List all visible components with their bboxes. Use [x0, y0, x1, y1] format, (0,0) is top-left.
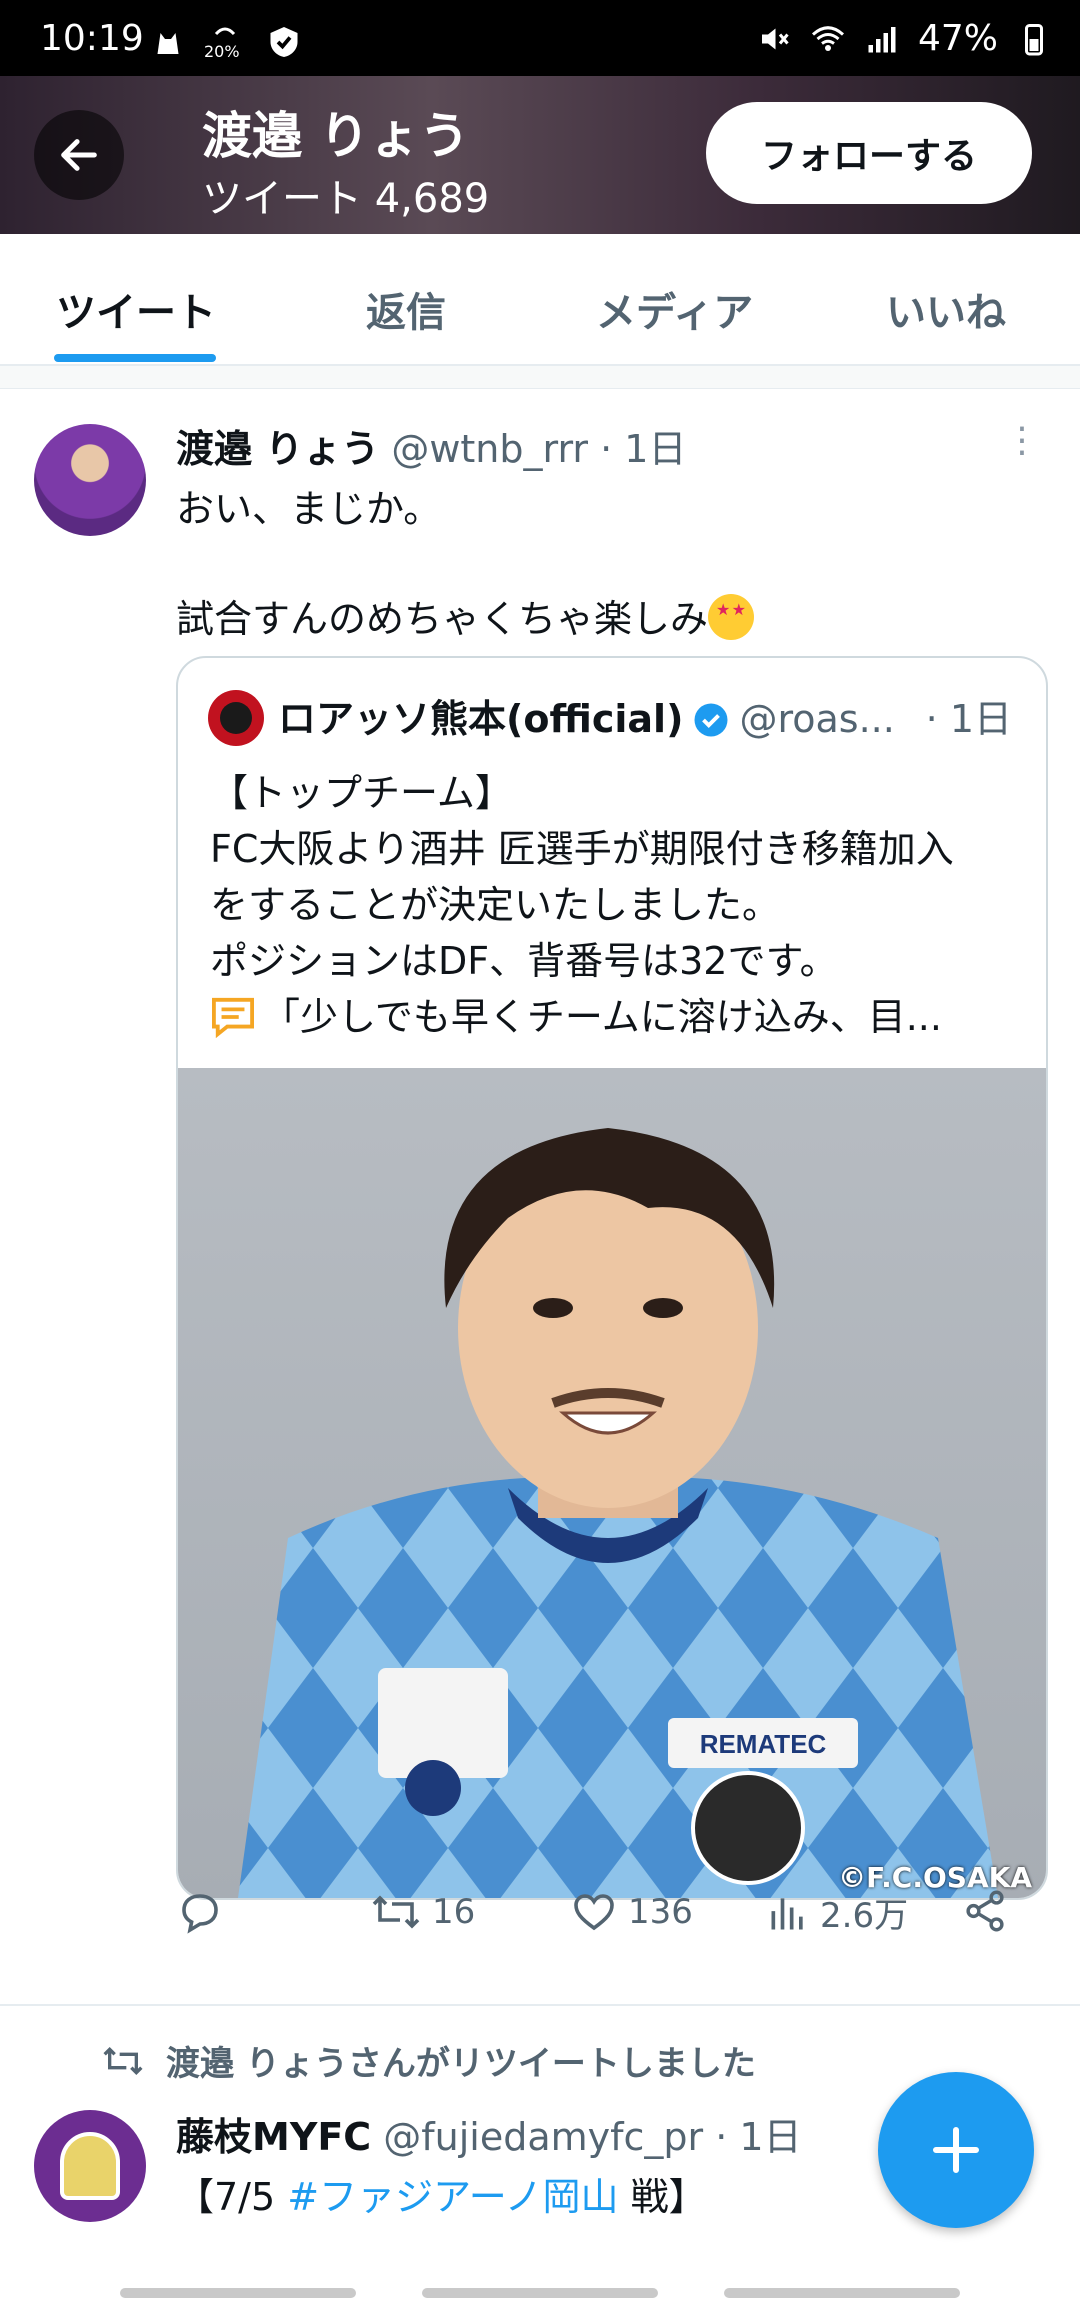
- tweet-header: 藤枝MYFC @fujiedamyfc_pr · 1日: [176, 2106, 802, 2161]
- tweet-card[interactable]: 渡邉 りょう @wtnb_rrr · 1日 · · · おい、まじか。 試合すんのめ…: [0, 388, 1080, 2006]
- system-navigation-bar: [0, 2270, 1080, 2316]
- wifi-icon: [811, 25, 844, 51]
- retweet-count: 16: [432, 1892, 476, 1932]
- player-photo[interactable]: REMATEC ©F.C.OSAKA: [178, 1068, 1046, 1898]
- views-chart-icon: [771, 1897, 803, 1929]
- retweet-notice-text: 渡邉 りょうさんがリツイートしました: [166, 2044, 756, 2084]
- quoted-author-handle[interactable]: @roas...: [739, 697, 894, 741]
- quoted-text-line: をすることが決定いたしました。: [210, 883, 781, 927]
- tab-tweets[interactable]: ツイート: [56, 280, 216, 338]
- status-left-icons: 20%: [150, 22, 302, 62]
- retweet-icon: [372, 1895, 420, 1929]
- heart-icon: [574, 1894, 614, 1931]
- follow-button[interactable]: フォローする: [706, 102, 1032, 204]
- quoted-author-name[interactable]: ロアッソ熊本(official): [278, 697, 683, 741]
- more-options-icon[interactable]: · · ·: [1010, 412, 1034, 472]
- shield-check-icon: [270, 27, 298, 57]
- status-time: 10:19: [40, 18, 144, 59]
- battery-icon: [1025, 23, 1043, 55]
- active-tab-indicator: [54, 354, 216, 362]
- tweet-text-line: おい、まじか。: [176, 487, 442, 531]
- tweet-text-suffix: 戦】: [618, 2175, 707, 2219]
- reply-icon: [182, 1894, 218, 1934]
- tweet-author-handle[interactable]: @fujiedamyfc_pr: [383, 2115, 703, 2159]
- battery-percent: 47%: [917, 18, 998, 59]
- speech-balloon-icon: [212, 997, 254, 1039]
- signal-icon: [868, 26, 896, 52]
- quoted-text-line: 「少しでも早くチームに溶け込み、目...: [210, 986, 942, 1041]
- retweet-icon: [103, 2046, 143, 2075]
- tweet-time: · 1日: [715, 2115, 802, 2159]
- quoted-text-line: 【トップチーム】: [210, 771, 513, 815]
- compose-tweet-button[interactable]: [878, 2072, 1034, 2228]
- tab-media[interactable]: メディア: [596, 280, 753, 338]
- header-tweet-count: ツイート 4,689: [202, 176, 490, 222]
- hashtag-link[interactable]: #ファジアーノ岡山: [287, 2175, 618, 2219]
- header-profile-name: 渡邉 りょう: [202, 107, 470, 165]
- tweet-author-name[interactable]: 藤枝MYFC: [176, 2115, 371, 2159]
- avatar[interactable]: [34, 2110, 146, 2222]
- data-saver-label: 20%: [204, 42, 240, 61]
- tweet-text-line: 【7/5 #ファジアーノ岡山 戦】: [176, 2166, 707, 2221]
- tab-likes[interactable]: いいね: [886, 280, 1006, 338]
- tweet-text-prefix: 【7/5: [176, 2175, 288, 2219]
- quoted-text-line: ポジションはDF、背番号は32です。: [210, 939, 838, 983]
- views-count: 2.6万: [820, 1896, 909, 1936]
- tweet-actions: 16 136 2.6万: [0, 1888, 1080, 1968]
- profile-header: 渡邉 りょう ツイート 4,689 フォローする: [0, 76, 1080, 234]
- back-button[interactable]: [34, 110, 124, 200]
- tweet-author-name[interactable]: 渡邉 りょう: [176, 427, 379, 471]
- status-right-icons: 47%: [756, 18, 1052, 59]
- plus-icon: [933, 2127, 979, 2173]
- quoted-tweet-time: · 1日: [925, 697, 1012, 741]
- verified-badge-icon: [694, 703, 728, 737]
- tab-replies[interactable]: 返信: [366, 280, 446, 338]
- views-button[interactable]: 2.6万: [766, 1888, 908, 1937]
- mute-icon: [761, 28, 789, 49]
- like-button[interactable]: 136: [570, 1888, 693, 1936]
- tweet-time: · 1日: [600, 427, 687, 471]
- quoted-avatar[interactable]: [208, 690, 264, 746]
- nav-recents-handle[interactable]: [120, 2288, 356, 2298]
- player-portrait-illustration: REMATEC: [238, 1128, 998, 1898]
- quoted-text-content: 「少しでも早くチームに溶け込み、目...: [262, 995, 942, 1039]
- nav-back-handle[interactable]: [724, 2288, 960, 2298]
- reply-button[interactable]: [176, 1888, 224, 1936]
- tweet-author-handle[interactable]: @wtnb_rrr: [391, 427, 588, 471]
- status-bar: 10:19 20% 47%: [0, 0, 1080, 76]
- data-saver-icon: 20%: [204, 22, 248, 62]
- retweet-notice: 渡邉 りょうさんがリツイートしました: [100, 2036, 756, 2085]
- like-count: 136: [628, 1892, 693, 1932]
- quoted-tweet-header: ロアッソ熊本(official) @roas...: [278, 688, 895, 743]
- notification-app-icon: [157, 33, 179, 54]
- nav-home-handle[interactable]: [422, 2288, 658, 2298]
- share-icon: [966, 1890, 1004, 1932]
- arrow-left-icon: [61, 139, 97, 171]
- star-struck-emoji-icon: [708, 594, 755, 640]
- avatar[interactable]: [34, 424, 146, 536]
- profile-tabs: ツイート 返信 メディア いいね: [0, 234, 1080, 366]
- tweet-text-content: 試合すんのめちゃくちゃ楽しみ: [176, 597, 709, 641]
- tweet-header: 渡邉 りょう @wtnb_rrr · 1日: [176, 418, 686, 473]
- quoted-tweet[interactable]: ロアッソ熊本(official) @roas... · 1日 【トップチーム】 F…: [176, 656, 1048, 1900]
- quoted-text-line: FC大阪より酒井 匠選手が期限付き移籍加入: [210, 827, 954, 871]
- tweet-text-line: 試合すんのめちゃくちゃ楽しみ: [176, 588, 755, 643]
- section-divider: [0, 366, 1080, 389]
- jersey-sponsor-text: REMATEC: [700, 1729, 827, 1759]
- retweet-button[interactable]: 16: [370, 1888, 475, 1936]
- share-button[interactable]: [962, 1888, 1008, 1934]
